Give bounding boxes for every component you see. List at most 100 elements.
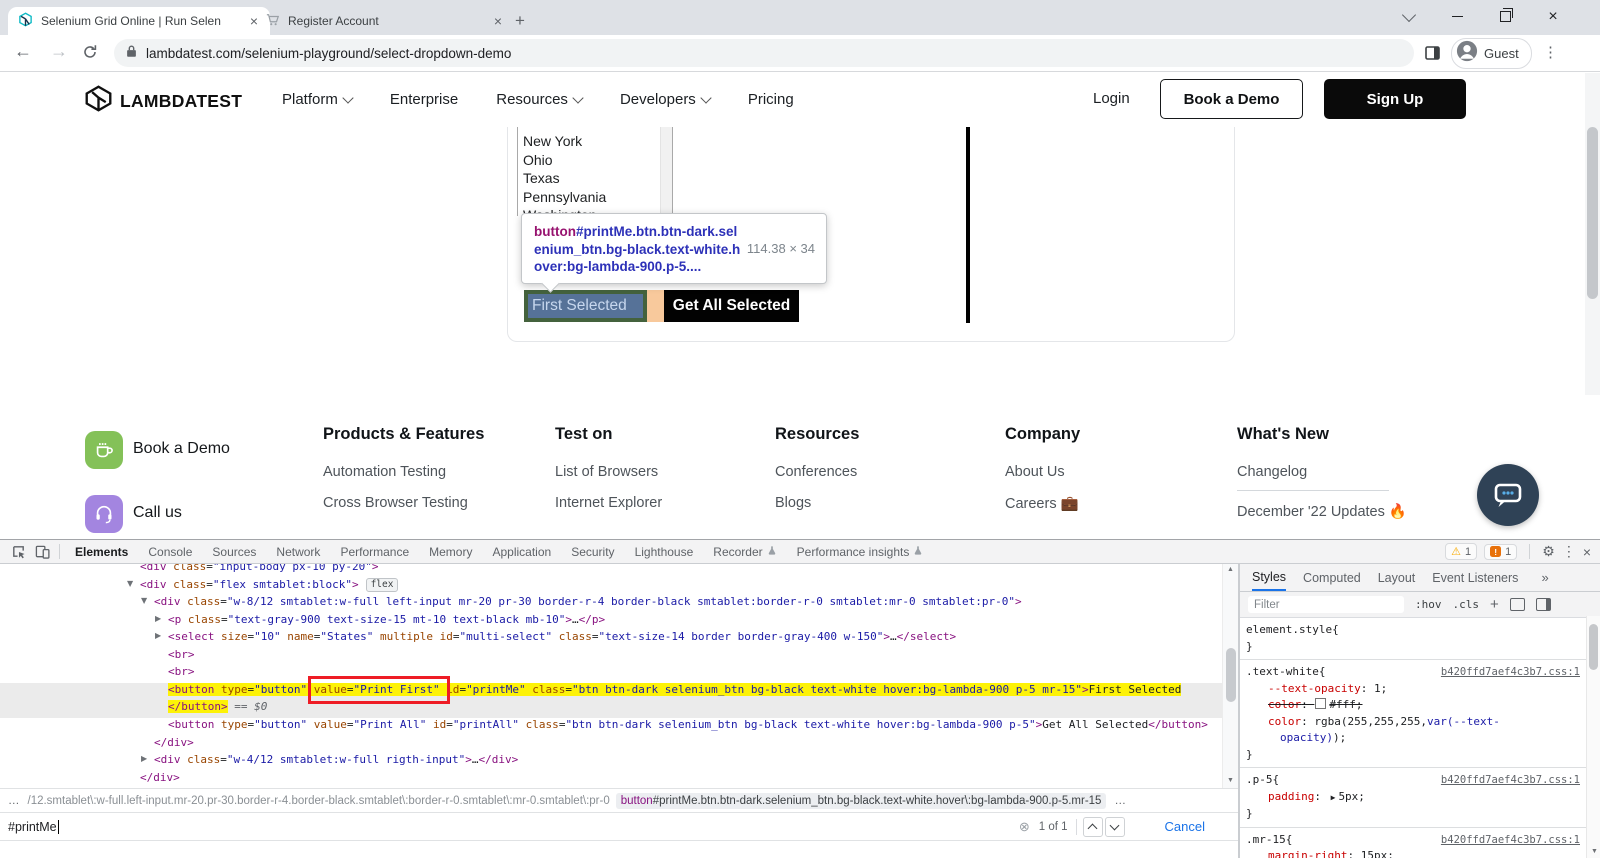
breadcrumb-overflow-end[interactable]: …: [1114, 795, 1126, 807]
call-us-footer-icon[interactable]: [85, 495, 123, 533]
dom-tree-row[interactable]: </div>: [0, 771, 1222, 788]
back-button[interactable]: ←: [14, 41, 32, 62]
book-demo-footer-icon[interactable]: [85, 431, 123, 469]
footer-link[interactable]: List of Browsers: [555, 464, 775, 480]
breadcrumb-parent[interactable]: /12.smtablet\:w-full.left-input.mr-20.pr…: [28, 795, 610, 807]
footer-call-us-label[interactable]: Call us: [133, 504, 182, 522]
styles-scrollbar[interactable]: ▼: [1586, 616, 1600, 858]
dom-search-bar[interactable]: #printMe ⊗ 1 of 1 Cancel: [0, 812, 1238, 841]
footer-link[interactable]: Blogs: [775, 495, 1005, 511]
breadcrumb-selected[interactable]: button#printMe.btn.btn-dark.selenium_btn…: [616, 793, 1107, 809]
profile-chip[interactable]: Guest: [1451, 38, 1532, 69]
dom-tree-row[interactable]: <button type="button" value="Print First…: [0, 683, 1222, 701]
dom-tree-row[interactable]: ▶<div class="w-4/12 smtablet:w-full rigt…: [0, 753, 1222, 771]
dom-tree-row[interactable]: ▶<p class="text-gray-900 text-size-15 mt…: [0, 613, 1222, 631]
computed-panel-icon[interactable]: [1510, 598, 1525, 611]
elements-scrollbar[interactable]: ▲ ▼: [1222, 564, 1238, 788]
issues-badge[interactable]: ! 1: [1484, 544, 1517, 560]
inspect-element-icon[interactable]: [6, 542, 30, 562]
dom-tree-row[interactable]: ▶<select size="10" name="States" multipl…: [0, 630, 1222, 648]
dom-tree-row[interactable]: <br>: [0, 648, 1222, 666]
page-scrollbar-thumb[interactable]: [1587, 127, 1598, 299]
styles-scrollbar-thumb[interactable]: [1589, 624, 1598, 670]
login-link[interactable]: Login: [1093, 90, 1130, 107]
console-warnings-badge[interactable]: ⚠ 1: [1445, 543, 1477, 560]
select-scrollbar[interactable]: [660, 127, 672, 216]
get-all-selected-button[interactable]: Get All Selected: [664, 290, 799, 322]
url-bar[interactable]: lambdatest.com/selenium-playground/selec…: [114, 39, 1414, 67]
browser-tab-register[interactable]: Register Account ×: [256, 7, 514, 35]
dom-tree-row[interactable]: ▼<div class="flex smtablet:block">flex: [0, 578, 1222, 596]
devtools-tab-lighthouse[interactable]: Lighthouse: [625, 540, 704, 563]
footer-link[interactable]: Conferences: [775, 464, 1005, 480]
dom-tree-row[interactable]: </button> == $0: [0, 700, 1222, 718]
browser-menu-icon[interactable]: ⋮: [1543, 43, 1558, 61]
window-close-button[interactable]: ×: [1532, 0, 1574, 33]
nav-item[interactable]: Enterprise: [390, 91, 458, 108]
refresh-button[interactable]: [82, 44, 98, 65]
devtools-tab-memory[interactable]: Memory: [419, 540, 482, 563]
devtools-tab-sources[interactable]: Sources: [202, 540, 266, 563]
footer-book-demo-label[interactable]: Book a Demo: [133, 440, 230, 458]
devtools-tab-console[interactable]: Console: [138, 540, 202, 563]
device-toolbar-icon[interactable]: [30, 542, 54, 562]
window-minimize-button[interactable]: [1436, 0, 1478, 33]
select-option[interactable]: Texas: [518, 169, 660, 188]
new-tab-button[interactable]: +: [508, 9, 532, 33]
signup-button[interactable]: Sign Up: [1324, 79, 1466, 119]
dom-tree-row[interactable]: </div>: [0, 736, 1222, 754]
devtools-tab-security[interactable]: Security: [561, 540, 624, 563]
dom-tree-row[interactable]: <br>: [0, 665, 1222, 683]
devtools-tab-elements[interactable]: Elements: [65, 540, 138, 563]
dom-tree-row[interactable]: ▼<div class="w-8/12 smtablet:w-full left…: [0, 595, 1222, 613]
styles-filter-input[interactable]: Filter: [1248, 596, 1404, 613]
search-prev-button[interactable]: [1083, 817, 1103, 837]
devtools-menu-icon[interactable]: ⋮: [1562, 543, 1576, 560]
dom-tree-row[interactable]: <button type="button" value="Print All" …: [0, 718, 1222, 736]
select-option[interactable]: Pennsylvania: [518, 188, 660, 207]
select-option[interactable]: Ohio: [518, 151, 660, 170]
footer-link[interactable]: Automation Testing: [323, 464, 555, 480]
devtools-tab-network[interactable]: Network: [266, 540, 330, 563]
footer-link[interactable]: Careers 💼: [1005, 495, 1237, 512]
sidebar-tab-computed[interactable]: Computed: [1303, 564, 1361, 591]
nav-item[interactable]: Pricing: [748, 91, 794, 108]
first-selected-button[interactable]: First Selected: [524, 290, 647, 322]
stylesheet-link[interactable]: b420ffd7aef4c3b7.css:1: [1441, 664, 1580, 681]
color-swatch[interactable]: [1315, 698, 1326, 709]
lambdatest-logo[interactable]: LAMBDATEST: [84, 84, 242, 118]
devtools-settings-icon[interactable]: ⚙: [1542, 543, 1555, 560]
sidebar-tab-event-listeners[interactable]: Event Listeners: [1432, 564, 1518, 591]
sidebar-tab-styles[interactable]: Styles: [1252, 564, 1286, 591]
footer-link[interactable]: December '22 Updates 🔥: [1237, 503, 1497, 520]
style-rule[interactable]: .mr-15 {b420ffd7aef4c3b7.css:1margin-rig…: [1240, 828, 1586, 858]
search-cancel-button[interactable]: Cancel: [1165, 819, 1205, 834]
footer-link[interactable]: Changelog: [1237, 464, 1497, 480]
breadcrumb-overflow[interactable]: …: [8, 795, 20, 807]
devtools-tab-recorder[interactable]: Recorder: [703, 540, 786, 563]
devtools-tab-performance[interactable]: Performance: [330, 540, 419, 563]
window-restore-button[interactable]: [1484, 0, 1526, 33]
nav-item[interactable]: Resources: [496, 91, 582, 108]
forward-button[interactable]: →: [50, 41, 68, 62]
footer-link[interactable]: About Us: [1005, 464, 1237, 480]
side-panel-icon[interactable]: [1424, 45, 1441, 66]
sidebar-more-tabs-icon[interactable]: »: [1541, 570, 1548, 585]
layout-badge[interactable]: flex: [366, 578, 399, 592]
select-option[interactable]: New York: [518, 132, 660, 151]
browser-tab-active[interactable]: Selenium Grid Online | Run Selen ×: [8, 7, 270, 35]
search-clear-icon[interactable]: ⊗: [1019, 819, 1030, 835]
footer-link[interactable]: Internet Explorer: [555, 495, 775, 511]
state-multiselect[interactable]: New YorkOhioTexasPennsylvaniaWashington: [517, 127, 673, 216]
nav-item[interactable]: Developers: [620, 91, 710, 108]
style-rule[interactable]: .text-white {b420ffd7aef4c3b7.css:1--tex…: [1240, 660, 1586, 768]
chat-widget-button[interactable]: [1477, 464, 1539, 526]
toggle-classes[interactable]: .cls: [1453, 598, 1480, 611]
devtools-tab-performance-insights[interactable]: Performance insights: [787, 540, 934, 563]
stylesheet-link[interactable]: b420ffd7aef4c3b7.css:1: [1441, 772, 1580, 789]
dom-tree-row[interactable]: <div class="input-body px-10 py-20">: [0, 564, 1222, 578]
book-demo-button[interactable]: Book a Demo: [1160, 79, 1303, 119]
toggle-hover-state[interactable]: :hov: [1415, 598, 1442, 611]
devtools-tab-application[interactable]: Application: [482, 540, 561, 563]
style-rule[interactable]: .p-5 {b420ffd7aef4c3b7.css:1padding: ▶5p…: [1240, 768, 1586, 828]
